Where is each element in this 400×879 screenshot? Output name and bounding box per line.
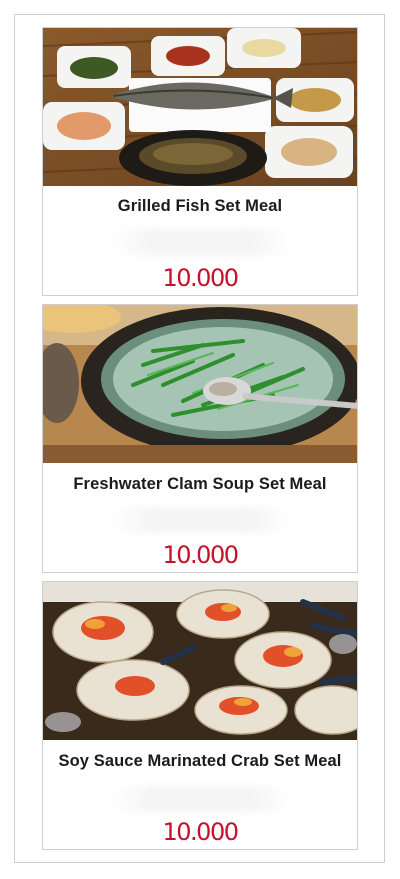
marinated-crab-photo bbox=[43, 582, 357, 740]
menu-item-title: Grilled Fish Set Meal bbox=[117, 197, 283, 215]
menu-card-marinated-crab[interactable]: Soy Sauce Marinated Crab Set Meal 10.000 bbox=[42, 581, 358, 850]
menu-item-title: Freshwater Clam Soup Set Meal bbox=[73, 475, 327, 493]
menu-card-clam-soup[interactable]: Freshwater Clam Soup Set Meal 10.000 bbox=[42, 304, 358, 573]
clam-soup-photo bbox=[43, 305, 357, 463]
menu-item-price: 10.000 bbox=[162, 541, 239, 569]
menu-card-grilled-fish[interactable]: Grilled Fish Set Meal 10.000 bbox=[42, 27, 358, 296]
menu-item-description-blurred bbox=[113, 229, 289, 255]
menu-item-description-blurred bbox=[113, 786, 289, 812]
menu-item-title: Soy Sauce Marinated Crab Set Meal bbox=[58, 752, 342, 770]
menu-item-price: 10.000 bbox=[162, 264, 239, 292]
grilled-fish-photo bbox=[43, 28, 357, 186]
menu-item-price: 10.000 bbox=[162, 818, 239, 846]
menu-item-description-blurred bbox=[113, 507, 289, 533]
